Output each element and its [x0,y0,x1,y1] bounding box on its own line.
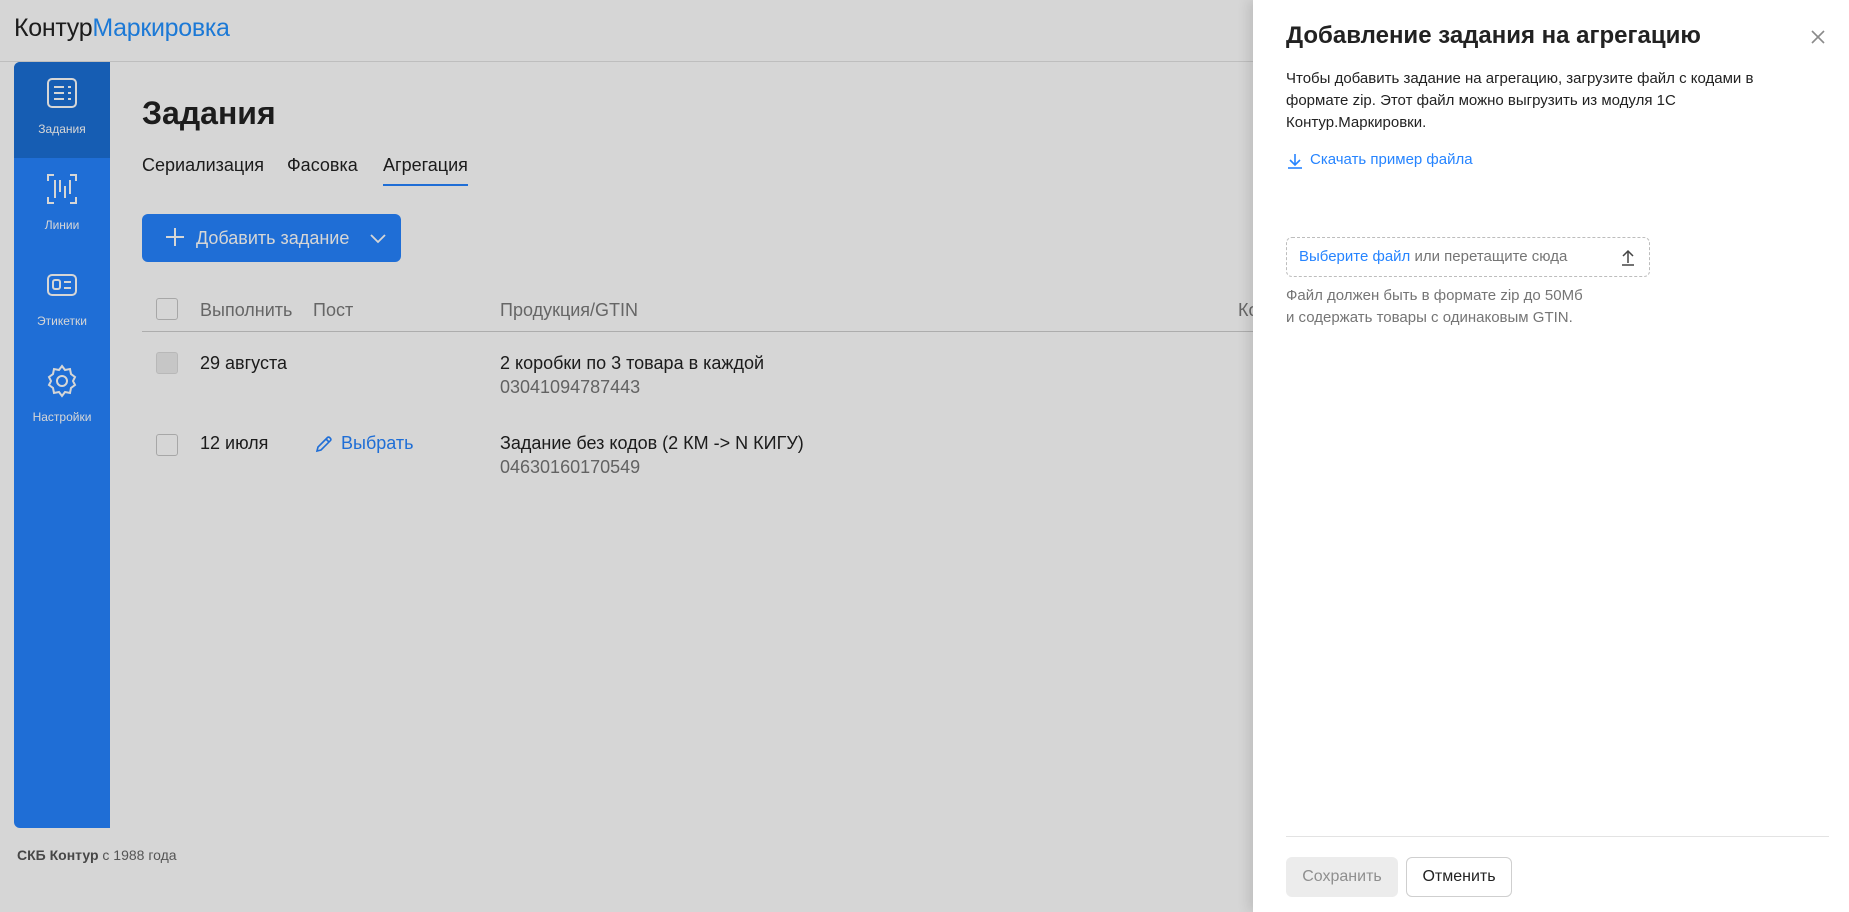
download-icon [1288,154,1302,169]
panel-title: Добавление задания на агрегацию [1286,22,1701,49]
panel-footer-divider [1286,836,1829,837]
download-sample-label: Скачать пример файла [1310,151,1473,168]
choose-file-link[interactable]: Выберите файл [1299,248,1410,265]
dropzone-text: Выберите файл или перетащите сюда [1299,248,1567,265]
cancel-button[interactable]: Отменить [1406,857,1512,897]
modal-overlay[interactable] [0,0,1260,912]
panel-description: Чтобы добавить задание на агрегацию, заг… [1286,70,1754,131]
dropzone-hint: или перетащите сюда [1414,248,1568,265]
app: КонтурМаркировка Задания Линии Этикетки … [0,0,1849,912]
add-aggregation-panel: Добавление задания на агрегацию Чтобы до… [1253,0,1849,912]
file-requirements-line1: Файл должен быть в формате zip до 50Мб [1286,287,1583,304]
upload-icon [1622,249,1634,266]
file-requirements: Файл должен быть в формате zip до 50Мб и… [1286,285,1686,329]
file-requirements-line2: и содержать товары с одинаковым GTIN. [1286,309,1573,326]
close-icon[interactable] [1809,28,1827,46]
save-button[interactable]: Сохранить [1286,857,1398,897]
file-dropzone[interactable]: Выберите файл или перетащите сюда [1286,237,1650,277]
